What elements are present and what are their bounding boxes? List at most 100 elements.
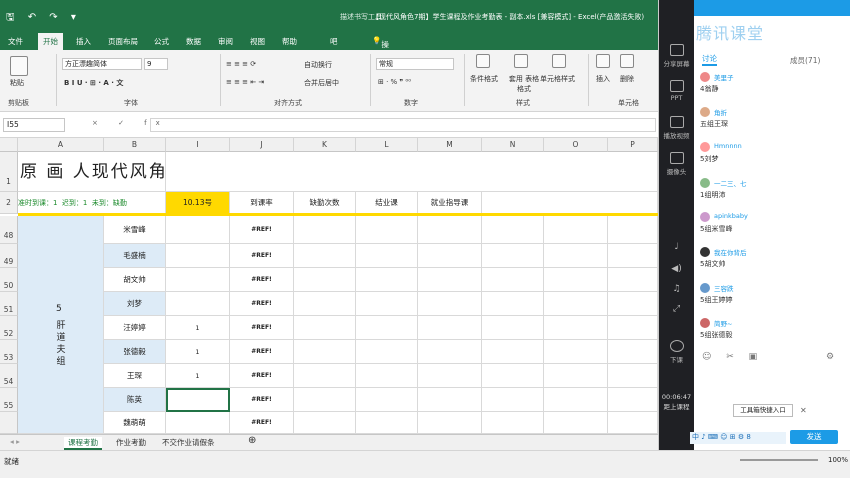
cell[interactable] <box>608 340 658 364</box>
rate-cell[interactable]: #REF! <box>230 364 294 388</box>
header-attendance-rate[interactable]: 到课率 <box>230 192 294 214</box>
settings-icon[interactable]: ⚙ <box>826 352 834 362</box>
cell[interactable] <box>294 268 356 292</box>
column-header[interactable]: O <box>544 138 608 152</box>
cell[interactable] <box>356 340 418 364</box>
cell[interactable] <box>418 316 482 340</box>
student-name-cell[interactable]: 毛盛楠 <box>104 244 166 268</box>
fullscreen-icon[interactable]: ⤢ <box>659 304 694 314</box>
cell[interactable] <box>356 268 418 292</box>
cell[interactable] <box>482 340 544 364</box>
student-name-cell[interactable]: 胡文帅 <box>104 268 166 292</box>
align-horizontal-buttons[interactable]: ≡ ≡ ≡ ⇤ ⇥ <box>226 78 264 86</box>
column-header[interactable]: P <box>608 138 658 152</box>
rate-cell[interactable]: #REF! <box>230 412 294 434</box>
attendance-cell[interactable]: 1 <box>166 316 230 340</box>
row-header[interactable]: 49 <box>0 244 18 268</box>
sheet-tab-homework-attendance[interactable]: 作业考勤 <box>116 437 146 448</box>
tab-data[interactable]: 数据 <box>186 36 201 47</box>
header-graduation-class[interactable]: 结业课 <box>356 192 418 214</box>
conditional-format-button[interactable]: 条件格式 <box>470 74 498 84</box>
cell[interactable] <box>608 244 658 268</box>
attendance-cell[interactable] <box>166 412 230 434</box>
attendance-cell[interactable] <box>166 292 230 316</box>
column-header[interactable]: K <box>294 138 356 152</box>
cell[interactable] <box>418 340 482 364</box>
sender-name[interactable]: 角折 <box>714 107 727 117</box>
student-name-cell[interactable]: 张德毅 <box>104 340 166 364</box>
row-header[interactable]: 54 <box>0 364 18 388</box>
cell[interactable] <box>356 364 418 388</box>
cell[interactable] <box>544 340 608 364</box>
ppt-tool[interactable]: PPT <box>659 80 694 102</box>
cell[interactable] <box>608 268 658 292</box>
cell[interactable] <box>166 152 658 192</box>
cell[interactable] <box>356 216 418 244</box>
cell[interactable] <box>356 316 418 340</box>
input-toolbar[interactable]: 中 ♪ ⌨ ☺ ⊞ ⚙ 8 <box>690 432 786 444</box>
cell-style-icon[interactable] <box>552 54 566 68</box>
select-all-corner[interactable] <box>0 138 18 152</box>
student-name-cell[interactable]: 汪婷婷 <box>104 316 166 340</box>
cell[interactable] <box>544 412 608 434</box>
add-sheet-button[interactable]: ⊕ <box>248 435 256 446</box>
toolbox-shortcut[interactable]: 工具箱快捷入口 <box>733 404 793 417</box>
name-box[interactable]: I55 <box>3 118 65 132</box>
cell[interactable] <box>544 364 608 388</box>
cell[interactable] <box>294 412 356 434</box>
cell[interactable] <box>418 292 482 316</box>
cell[interactable] <box>482 268 544 292</box>
row-header[interactable] <box>0 412 18 434</box>
column-header[interactable]: I <box>166 138 230 152</box>
column-header[interactable]: L <box>356 138 418 152</box>
number-buttons[interactable]: ⊞ · % ❞ ⁰⁰ <box>378 78 411 86</box>
rate-cell[interactable]: #REF! <box>230 268 294 292</box>
cell[interactable] <box>294 340 356 364</box>
sheet-tab-leave-request[interactable]: 不交作业请假条 <box>162 437 215 448</box>
row-header[interactable]: 52 <box>0 316 18 340</box>
cell[interactable] <box>356 388 418 412</box>
cell[interactable] <box>294 364 356 388</box>
column-header[interactable]: J <box>230 138 294 152</box>
rate-cell[interactable]: #REF! <box>230 388 294 412</box>
zoom-slider[interactable] <box>740 459 818 461</box>
cell[interactable] <box>482 364 544 388</box>
cell[interactable] <box>544 292 608 316</box>
rate-cell[interactable]: #REF! <box>230 316 294 340</box>
attendance-cell[interactable]: 1 <box>166 364 230 388</box>
rate-cell[interactable]: #REF! <box>230 244 294 268</box>
cell[interactable] <box>544 244 608 268</box>
share-screen-tool[interactable]: 分享屏幕 <box>659 44 694 68</box>
tell-me-search[interactable]: 💡 操作说明搜索 <box>372 36 389 104</box>
rate-cell[interactable]: #REF! <box>230 292 294 316</box>
cell[interactable] <box>418 364 482 388</box>
play-video-tool[interactable]: 播放视频 <box>659 116 694 140</box>
bold-italic-underline-buttons[interactable]: B I U · ⊞ · A · 文 <box>64 78 123 88</box>
cell[interactable] <box>418 216 482 244</box>
table-format-icon[interactable] <box>514 54 528 68</box>
cell[interactable] <box>294 244 356 268</box>
cell[interactable] <box>608 388 658 412</box>
sender-name[interactable]: Hmnnnn <box>714 142 742 150</box>
column-header[interactable]: B <box>104 138 166 152</box>
avatar[interactable] <box>700 107 710 117</box>
student-name-cell[interactable]: 王琛 <box>104 364 166 388</box>
number-format-select[interactable]: 常规 <box>376 58 454 70</box>
sender-name[interactable]: 简野~ <box>714 318 732 328</box>
column-header[interactable]: N <box>482 138 544 152</box>
sender-name[interactable]: 我在你背后 <box>714 247 747 257</box>
font-name-select[interactable]: 方正漂趣简体 <box>62 58 142 70</box>
student-name-cell[interactable]: 刘梦 <box>104 292 166 316</box>
cell[interactable] <box>544 316 608 340</box>
cell[interactable] <box>356 292 418 316</box>
mic-icon[interactable]: ♩ <box>659 242 694 252</box>
cell[interactable] <box>608 292 658 316</box>
insert-cells-button[interactable]: 插入 <box>596 74 610 84</box>
tab-help[interactable]: 帮助 <box>282 36 297 47</box>
send-button[interactable]: 发送 <box>790 430 838 444</box>
delete-cells-button[interactable]: 删除 <box>620 74 634 84</box>
row-header[interactable]: 48 <box>0 216 18 244</box>
cell[interactable] <box>294 316 356 340</box>
row-header[interactable]: 1 <box>0 152 18 192</box>
row-header[interactable]: 50 <box>0 268 18 292</box>
